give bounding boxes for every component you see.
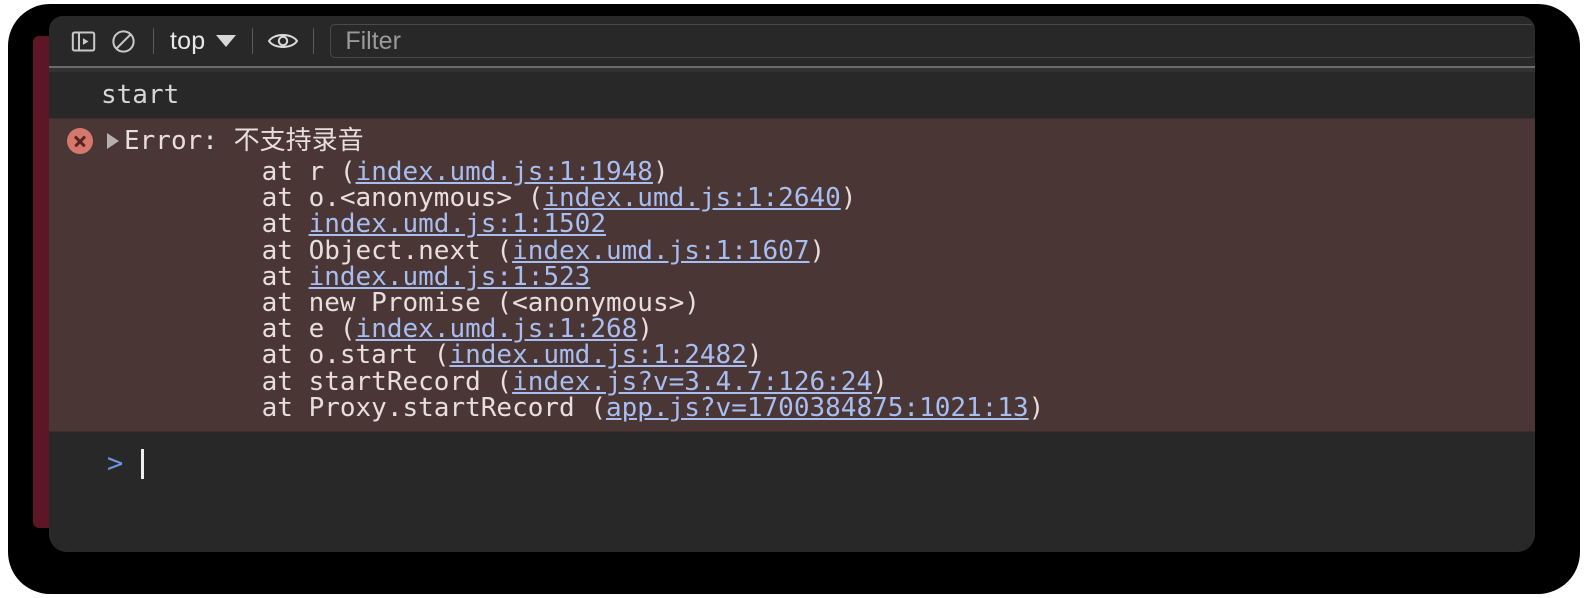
filter-input[interactable] [343, 25, 1535, 57]
console-error-header[interactable]: Error: 不支持录音 [49, 125, 1535, 159]
console-sidebar-icon [71, 30, 95, 52]
toolbar-divider [153, 28, 154, 54]
toolbar-divider [252, 28, 254, 54]
console-error-stack: at r (index.umd.js:1:1948) at o.<anonymo… [49, 159, 1535, 421]
stack-trace-line: at Proxy.startRecord (app.js?v=170038487… [49, 395, 1535, 421]
stack-trace-line: at r (index.umd.js:1:1948) [49, 159, 1535, 185]
live-expression-eye-icon [268, 34, 299, 48]
prompt-chevron-icon: > [107, 448, 124, 480]
console-log-message[interactable]: start [49, 72, 1535, 118]
console-prompt-row[interactable]: > [49, 440, 1535, 488]
console-toolbar: top [49, 16, 1535, 66]
clear-console-button[interactable] [103, 21, 143, 61]
stack-frame-source-link[interactable]: app.js?v=1700384875:1021:13 [606, 393, 1029, 423]
execution-context-selector[interactable]: top [164, 27, 242, 56]
error-circle-icon [67, 128, 93, 154]
console-error-message[interactable]: Error: 不支持录音 at r (index.umd.js:1:1948) … [49, 118, 1535, 432]
stack-trace-line: at o.start (index.umd.js:1:2482) [49, 342, 1535, 368]
stack-frame-text: ) [809, 235, 826, 266]
console-message-list: start Error: 不支持录音 at r (index.umd.js:1:… [49, 72, 1535, 552]
toolbar-divider [313, 28, 315, 54]
stack-frame-text: at Proxy.startRecord ( [199, 392, 606, 423]
live-expression-button[interactable] [263, 21, 303, 61]
stack-trace-line: at o.<anonymous> (index.umd.js:1:2640) [49, 185, 1535, 211]
console-sidebar-toggle-button[interactable] [63, 21, 103, 61]
stack-frame-text: ) [840, 183, 857, 214]
chevron-down-icon [216, 35, 237, 47]
stack-frame-text: ) [1028, 392, 1045, 423]
console-error-title: Error: 不支持录音 [124, 126, 364, 156]
text-cursor [141, 448, 145, 479]
execution-context-label: top [170, 26, 206, 55]
console-panel: top start Error: 不支持录音 at r (index.um [49, 16, 1535, 552]
stack-trace-line: at index.umd.js:1:523 [49, 264, 1535, 290]
disclosure-triangle-icon[interactable] [107, 133, 119, 149]
stack-trace-line: at index.umd.js:1:1502 [49, 211, 1535, 237]
stack-trace-line: at new Promise (<anonymous>) [49, 290, 1535, 316]
clear-console-icon [111, 29, 135, 53]
stack-trace-line: at Object.next (index.umd.js:1:1607) [49, 235, 1535, 266]
filter-input-wrapper[interactable] [330, 24, 1535, 58]
stack-trace-line: at startRecord (index.js?v=3.4.7:126:24) [49, 368, 1535, 395]
stack-trace-line: at e (index.umd.js:1:268) [49, 316, 1535, 342]
